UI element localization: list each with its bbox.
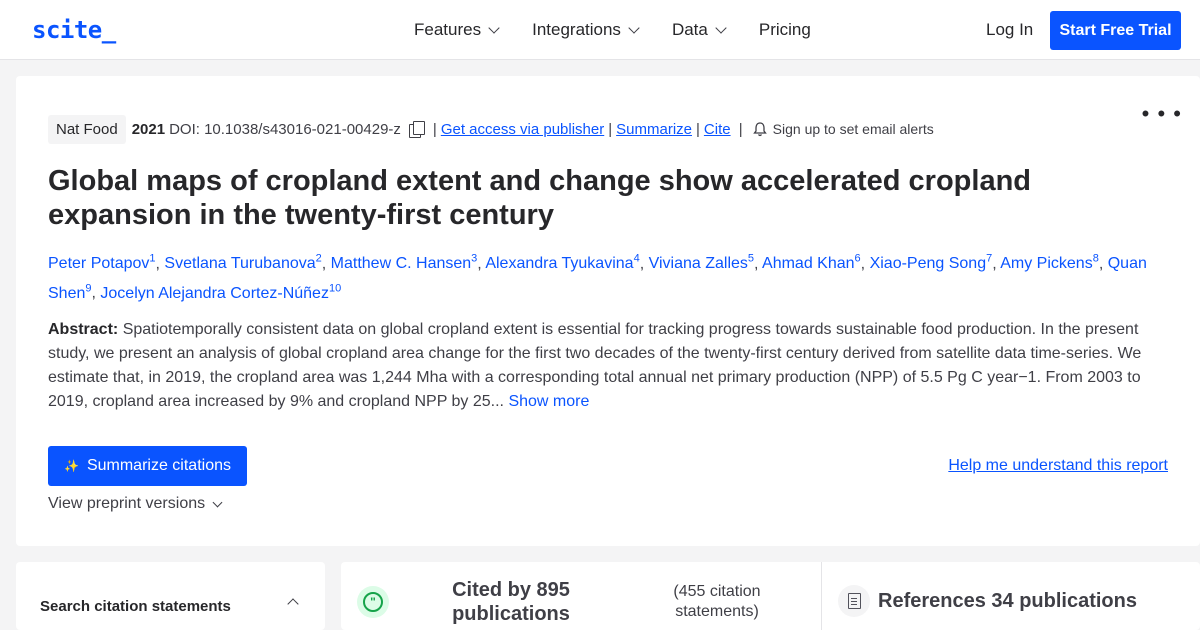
separator: | (432, 120, 437, 138)
scite-logo[interactable]: scite_ (32, 16, 116, 44)
author-link[interactable]: Jocelyn Alejandra Cortez-Núñez10 (100, 282, 341, 301)
abstract: Abstract: Spatiotemporally consistent da… (48, 318, 1160, 414)
author-link[interactable]: Svetlana Turubanova2 (164, 253, 321, 272)
author-list: Peter Potapov1, Svetlana Turubanova2, Ma… (48, 253, 1147, 302)
chevron-down-icon (715, 22, 727, 34)
separator: | (696, 120, 700, 138)
help-understand-report-link[interactable]: Help me understand this report (948, 457, 1168, 475)
author-link[interactable]: Alexandra Tyukavina4 (485, 253, 639, 272)
journal-badge[interactable]: Nat Food (48, 114, 126, 144)
author-link[interactable]: Matthew C. Hansen3 (331, 253, 478, 272)
quote-icon: " (357, 586, 389, 618)
paper-title: Global maps of cropland extent and chang… (48, 165, 1032, 231)
nav-data[interactable]: Data (671, 20, 727, 40)
login-link[interactable]: Log In (986, 20, 1033, 40)
abstract-text: Spatiotemporally consistent data on glob… (48, 321, 1142, 410)
nav-features-label: Features (414, 20, 482, 39)
chevron-up-icon[interactable] (287, 598, 299, 610)
separator: | (734, 120, 743, 138)
author-link[interactable]: Xiao-Peng Song7 (870, 253, 993, 272)
author-link[interactable]: Ahmad Khan6 (762, 253, 861, 272)
author-link[interactable]: Peter Potapov1 (48, 253, 156, 272)
divider (821, 562, 822, 630)
copy-icon[interactable] (408, 121, 425, 138)
chevron-down-icon (488, 22, 500, 34)
get-access-link[interactable]: Get access via publisher (441, 121, 604, 138)
references-count[interactable]: References 34 publications (878, 590, 1137, 613)
doi-text: DOI: 10.1038/s43016-021-00429-z (169, 120, 401, 138)
nav-integrations-label: Integrations (532, 20, 621, 39)
citation-stats-panel: " Cited by 895 publications (455 citatio… (341, 562, 1200, 630)
cited-by-count[interactable]: Cited by 895 publications (441, 578, 581, 626)
separator: | (608, 120, 613, 138)
abstract-label: Abstract: (48, 321, 119, 338)
chevron-down-icon (212, 497, 223, 507)
search-citation-panel: Search citation statements (16, 562, 325, 630)
more-options-icon[interactable]: • • • (1142, 103, 1182, 125)
citation-statements-count: (455 citation statements) (673, 583, 761, 620)
show-more-link[interactable]: Show more (508, 393, 589, 410)
email-alerts-link[interactable]: Sign up to set email alerts (773, 121, 934, 137)
search-citation-title: Search citation statements (40, 598, 231, 615)
view-preprint-versions[interactable]: View preprint versions (48, 495, 223, 513)
nav-data-label: Data (671, 20, 708, 39)
document-icon (838, 585, 870, 617)
author-link[interactable]: Amy Pickens8 (1000, 253, 1099, 272)
author-link[interactable]: Viviana Zalles5 (649, 253, 754, 272)
cite-link[interactable]: Cite (704, 121, 731, 138)
top-navigation-bar: scite_ Features Integrations Data Pricin… (0, 0, 1200, 60)
summarize-link[interactable]: Summarize (616, 121, 692, 138)
paper-meta: Nat Food 2021 DOI: 10.1038/s43016-021-00… (48, 114, 934, 144)
preprint-label: View preprint versions (48, 495, 206, 512)
nav-integrations[interactable]: Integrations (532, 20, 640, 40)
summarize-citations-label: Summarize citations (86, 457, 231, 474)
nav-pricing[interactable]: Pricing (759, 20, 811, 40)
chevron-down-icon (628, 22, 640, 34)
nav-features[interactable]: Features (414, 20, 500, 40)
publication-year: 2021 (131, 120, 166, 138)
main-nav: Features Integrations Data Pricing (414, 20, 811, 40)
start-free-trial-button[interactable]: Start Free Trial (1050, 11, 1181, 50)
bell-icon[interactable] (752, 121, 767, 137)
paper-card: • • • Nat Food 2021 DOI: 10.1038/s43016-… (16, 76, 1200, 546)
nav-pricing-label: Pricing (758, 20, 811, 39)
summarize-citations-button[interactable]: ✨ Summarize citations (48, 446, 247, 486)
magic-wand-icon: ✨ (64, 459, 79, 473)
